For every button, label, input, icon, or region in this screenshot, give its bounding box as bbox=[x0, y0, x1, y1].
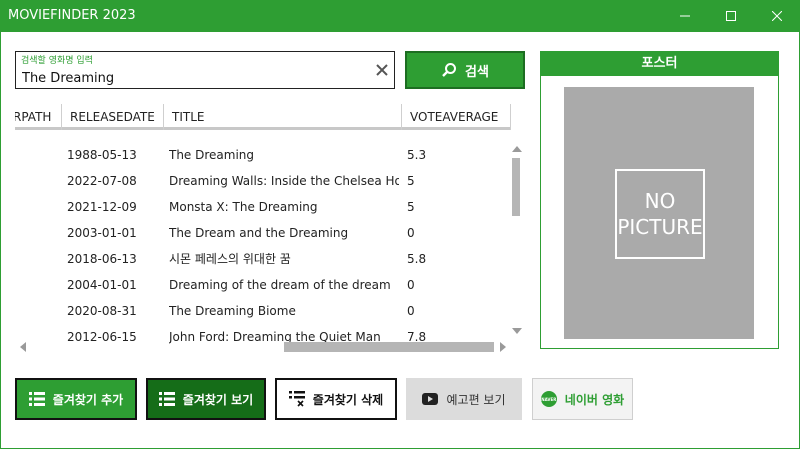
minimize-button[interactable] bbox=[662, 0, 708, 32]
table-row[interactable]: 2004-01-01 Dreaming of the dream of the … bbox=[15, 272, 511, 298]
maximize-button[interactable] bbox=[708, 0, 754, 32]
horizontal-scrollbar[interactable] bbox=[18, 340, 510, 354]
cell-title: Dreaming of the dream of the dream bbox=[169, 278, 391, 292]
scroll-up-icon[interactable] bbox=[512, 146, 522, 152]
column-header-releasedate[interactable]: RELEASEDATE bbox=[62, 104, 164, 130]
no-picture-line-1: NO bbox=[644, 189, 676, 213]
scroll-down-icon[interactable] bbox=[512, 328, 522, 334]
cell-title: 시몬 페레스의 위대한 꿈 bbox=[169, 252, 291, 266]
cell-voteaverage: 5 bbox=[407, 200, 415, 214]
naver-logo-icon: NAVER bbox=[540, 391, 557, 407]
table-row[interactable]: 1988-05-13 The Dreaming 5.3 bbox=[15, 142, 511, 168]
cell-releasedate: 2020-08-31 bbox=[67, 304, 137, 318]
search-button[interactable]: 검색 bbox=[405, 51, 525, 89]
naver-movie-label: 네이버 영화 bbox=[564, 392, 625, 407]
cell-releasedate: 2022-07-08 bbox=[67, 174, 137, 188]
scroll-right-icon[interactable] bbox=[500, 342, 506, 352]
close-window-button[interactable] bbox=[754, 0, 800, 32]
trailer-label: 예고편 보기 bbox=[446, 392, 506, 407]
add-favorite-button[interactable]: 즐겨찾기 추가 bbox=[15, 378, 137, 420]
table-row[interactable]: 2003-01-01 The Dream and the Dreaming 0 bbox=[15, 220, 511, 246]
no-picture-line-2: PICTURE bbox=[617, 215, 703, 239]
delete-list-icon bbox=[288, 391, 305, 407]
poster-panel: 포스터 NO PICTURE bbox=[540, 51, 779, 349]
column-header-rpath[interactable]: RPATH bbox=[15, 104, 62, 130]
cell-releasedate: 2004-01-01 bbox=[67, 278, 137, 292]
table-row[interactable]: 2022-07-08 Dreaming Walls: Inside the Ch… bbox=[15, 168, 511, 194]
grid-header: RPATH RELEASEDATE TITLE VOTEAVERAGE bbox=[15, 104, 511, 130]
cell-voteaverage: 5.8 bbox=[407, 252, 427, 266]
search-button-label: 검색 bbox=[465, 64, 489, 80]
cell-releasedate: 2018-06-13 bbox=[67, 252, 137, 266]
column-header-title[interactable]: TITLE bbox=[164, 104, 402, 130]
column-header-voteaverage[interactable]: VOTEAVERAGE bbox=[402, 104, 511, 130]
table-row[interactable]: 2020-08-31 The Dreaming Biome 0 bbox=[15, 298, 511, 324]
no-picture-placeholder: NO PICTURE bbox=[615, 169, 705, 259]
close-icon bbox=[376, 64, 388, 76]
title-bar: MOVIEFINDER 2023 bbox=[0, 0, 800, 32]
search-hint: 검색할 영화명 입력 bbox=[21, 56, 93, 66]
cell-title: Dreaming Walls: Inside the Chelsea Hotel bbox=[169, 174, 399, 188]
window-title: MOVIEFINDER 2023 bbox=[8, 8, 136, 23]
table-row[interactable]: 2018-06-13 시몬 페레스의 위대한 꿈 5.8 bbox=[15, 246, 511, 272]
view-favorite-button[interactable]: 즐겨찾기 보기 bbox=[146, 378, 266, 420]
naver-movie-button[interactable]: NAVER 네이버 영화 bbox=[532, 378, 633, 420]
poster-title: 포스터 bbox=[541, 52, 778, 76]
cell-voteaverage: 5.3 bbox=[407, 148, 427, 162]
naver-logo-text: NAVER bbox=[541, 396, 557, 402]
maximize-icon bbox=[726, 11, 736, 21]
list-icon bbox=[158, 392, 175, 406]
search-icon bbox=[442, 63, 457, 77]
vertical-scroll-thumb[interactable] bbox=[512, 158, 520, 216]
cell-voteaverage: 0 bbox=[407, 304, 415, 318]
view-favorite-label: 즐겨찾기 보기 bbox=[182, 392, 254, 407]
movie-grid[interactable]: RPATH RELEASEDATE TITLE VOTEAVERAGE 1988… bbox=[15, 104, 529, 354]
poster-image: NO PICTURE bbox=[564, 87, 754, 339]
cell-voteaverage: 0 bbox=[407, 278, 415, 292]
cell-voteaverage: 5 bbox=[407, 174, 415, 188]
cell-title: The Dreaming bbox=[169, 148, 255, 162]
minimize-icon bbox=[680, 15, 690, 17]
youtube-icon bbox=[422, 393, 439, 405]
clear-search-button[interactable] bbox=[374, 62, 390, 78]
cell-title: Monsta X: The Dreaming bbox=[169, 200, 318, 214]
cell-releasedate: 1988-05-13 bbox=[67, 148, 137, 162]
cell-title: The Dreaming Biome bbox=[169, 304, 296, 318]
delete-favorite-label: 즐겨찾기 삭제 bbox=[312, 392, 384, 407]
search-input[interactable] bbox=[22, 69, 362, 87]
list-icon bbox=[28, 392, 45, 406]
cell-title: The Dream and the Dreaming bbox=[169, 226, 349, 240]
horizontal-scroll-thumb[interactable] bbox=[284, 342, 494, 352]
cell-releasedate: 2003-01-01 bbox=[67, 226, 137, 240]
cell-releasedate: 2021-12-09 bbox=[67, 200, 137, 214]
delete-favorite-button[interactable]: 즐겨찾기 삭제 bbox=[275, 378, 397, 420]
add-favorite-label: 즐겨찾기 추가 bbox=[52, 392, 124, 407]
search-box: 검색할 영화명 입력 bbox=[15, 51, 395, 89]
table-row[interactable]: 2021-12-09 Monsta X: The Dreaming 5 bbox=[15, 194, 511, 220]
close-icon bbox=[772, 11, 782, 21]
cell-voteaverage: 0 bbox=[407, 226, 415, 240]
scroll-left-icon[interactable] bbox=[20, 342, 26, 352]
trailer-button[interactable]: 예고편 보기 bbox=[406, 378, 522, 420]
vertical-scrollbar[interactable] bbox=[510, 146, 524, 336]
